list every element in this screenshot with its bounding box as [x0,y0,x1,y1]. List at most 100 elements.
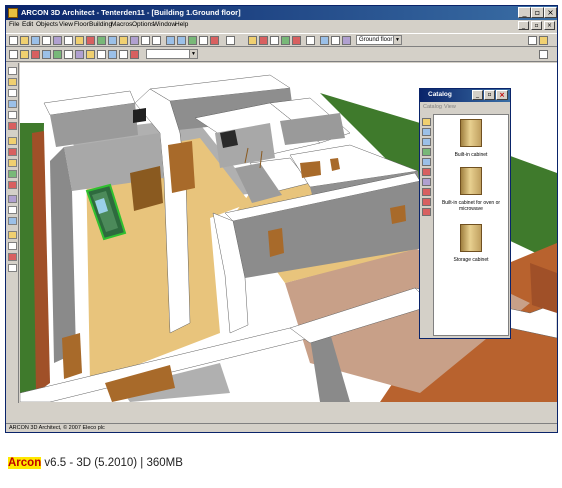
mode-2d-icon[interactable] [97,36,106,45]
dimension-icon[interactable] [75,50,84,59]
section-icon[interactable] [292,36,301,45]
kitchen-category-icon[interactable] [422,138,431,146]
misc-category-icon[interactable] [422,188,431,196]
catalog-menu-view[interactable]: View [444,104,456,110]
paint-icon[interactable] [8,231,17,239]
menu-view[interactable]: View [59,21,73,28]
place-door-icon[interactable] [8,137,17,145]
catalog-item[interactable]: Built-in cabinet for oven or microwave [434,167,508,219]
catalog-item[interactable]: Built-in cabinet [434,119,508,163]
new-file-icon[interactable] [9,36,18,45]
symbol-icon[interactable] [8,253,17,261]
texture-icon[interactable] [8,195,17,203]
draw-wall-icon[interactable] [8,78,17,86]
cut-icon[interactable] [53,36,62,45]
close-button[interactable]: × [544,7,557,18]
window-icon[interactable] [42,50,51,59]
zoom-in-icon[interactable] [166,36,175,45]
wall-icon[interactable] [248,36,257,45]
catalog-maximize-button[interactable]: ▫ [484,90,495,100]
camera-icon[interactable] [119,36,128,45]
catalog-toggle-icon[interactable] [528,36,537,45]
furniture-icon[interactable] [53,50,62,59]
door-icon[interactable] [31,50,40,59]
erase-icon[interactable] [8,122,17,130]
snap-icon[interactable] [306,36,315,45]
catalog-close-button[interactable]: × [496,90,508,100]
menu-building[interactable]: Building [89,21,112,28]
light-source-icon[interactable] [8,206,17,214]
menu-edit[interactable]: Edit [22,21,33,28]
redo-icon[interactable] [152,36,161,45]
place-roof-icon[interactable] [8,181,17,189]
room-icon[interactable] [20,50,29,59]
decor-category-icon[interactable] [422,178,431,186]
place-plant-icon[interactable] [8,170,17,178]
roof-icon[interactable] [259,36,268,45]
style-select[interactable]: ▼ [146,49,198,59]
light-category-icon[interactable] [422,168,431,176]
measure-icon[interactable] [331,36,340,45]
paste-icon[interactable] [75,36,84,45]
menu-window[interactable]: Window [153,21,176,28]
chevron-down-icon[interactable]: ▼ [393,36,401,44]
title-bar[interactable]: ARCON 3D Architect - Tenterden11 - [Buil… [6,6,557,20]
doc-minimize-button[interactable]: _ [518,21,529,30]
place-stair-icon[interactable] [8,159,17,167]
zoom-out-icon[interactable] [177,36,186,45]
rotate-icon[interactable] [108,50,117,59]
doc-restore-button[interactable]: ▫ [531,21,542,30]
zoom-fit-icon[interactable] [188,36,197,45]
select-icon[interactable] [9,50,18,59]
render-icon[interactable] [210,36,219,45]
menu-file[interactable]: File [9,21,19,28]
terrain-icon[interactable] [281,36,290,45]
furniture-category-icon[interactable] [422,128,431,136]
lock-icon[interactable] [130,50,139,59]
plant-category-icon[interactable] [422,148,431,156]
catalog-title-bar[interactable]: Catalog _ ▫ × [420,89,510,102]
menu-options[interactable]: Options [132,21,154,28]
menu-objects[interactable]: Objects [36,21,58,28]
draw-circle-icon[interactable] [8,111,17,119]
layer-icon[interactable] [320,36,329,45]
office-category-icon[interactable] [422,208,431,216]
label-icon[interactable] [8,264,17,272]
undo-icon[interactable] [141,36,150,45]
place-window-icon[interactable] [8,148,17,156]
save-file-icon[interactable] [31,36,40,45]
print-icon[interactable] [42,36,51,45]
light-icon[interactable] [130,36,139,45]
open-file-icon[interactable] [20,36,29,45]
menu-floor[interactable]: Floor [74,21,89,28]
minimize-button[interactable]: _ [518,7,531,18]
draw-rect-icon[interactable] [8,100,17,108]
settings-icon[interactable] [539,36,548,45]
bath-category-icon[interactable] [422,158,431,166]
delete-icon[interactable] [86,36,95,45]
column-icon[interactable] [86,50,95,59]
mode-3d-icon[interactable] [108,36,117,45]
maximize-button[interactable]: ▫ [531,7,544,18]
pointer-icon[interactable] [8,67,17,75]
catalog-menu-catalog[interactable]: Catalog [423,104,442,110]
folder-icon[interactable] [422,118,431,126]
stairs-icon[interactable] [270,36,279,45]
move-icon[interactable] [97,50,106,59]
help-icon[interactable] [539,50,548,59]
pan-icon[interactable] [199,36,208,45]
chevron-down-icon[interactable]: ▼ [189,50,197,58]
catalog-item[interactable]: Storage cabinet [434,224,508,268]
material-icon[interactable] [342,36,351,45]
menu-macros[interactable]: Macros [111,21,132,28]
camera-path-icon[interactable] [8,217,17,225]
electrical-category-icon[interactable] [422,198,431,206]
menu-help[interactable]: Help [175,21,188,28]
text-icon[interactable] [64,50,73,59]
copy-icon[interactable] [64,36,73,45]
grid-icon[interactable] [226,36,235,45]
floor-select[interactable]: Ground floor ▼ [356,35,402,45]
doc-close-button[interactable]: × [544,21,555,30]
mirror-icon[interactable] [119,50,128,59]
hatch-icon[interactable] [8,242,17,250]
